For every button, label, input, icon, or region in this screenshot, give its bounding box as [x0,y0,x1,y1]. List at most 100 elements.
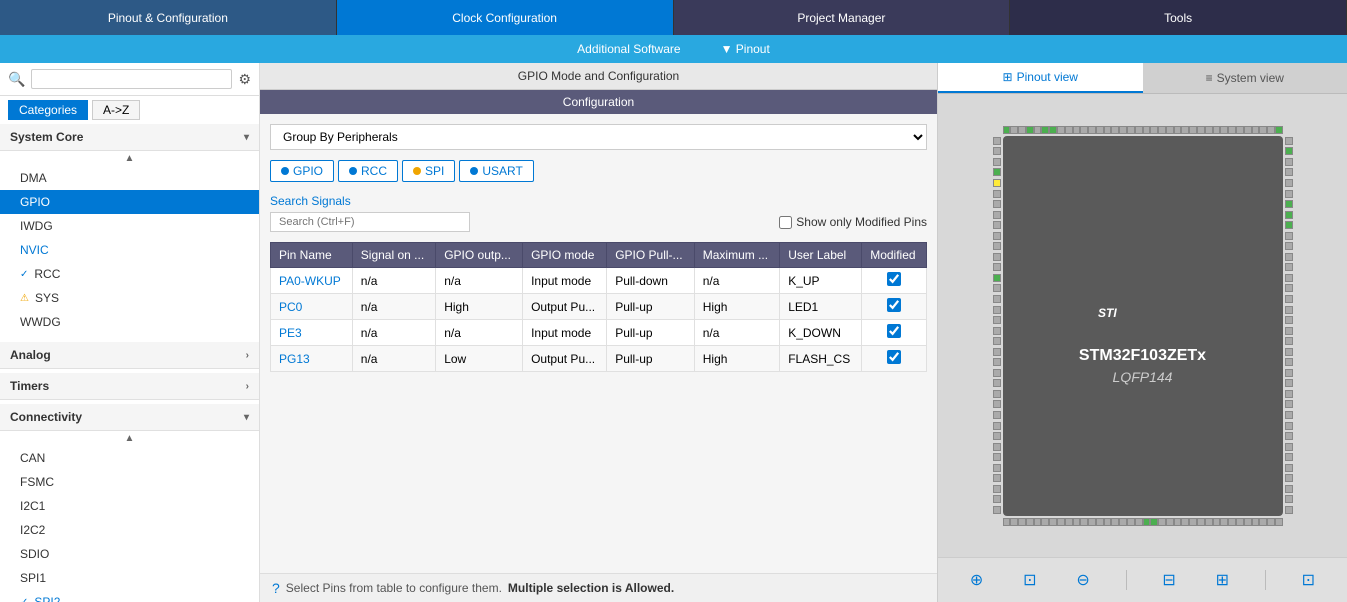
right-panel-tabs: ⊞ Pinout view ≡ System view [938,63,1347,94]
pin [1205,518,1213,526]
group-by-dropdown[interactable]: Group By Peripherals Group By Pins [270,124,927,150]
sub-nav-pinout[interactable]: ▼ Pinout [721,42,770,56]
sidebar-item-sdio[interactable]: SDIO [0,542,259,566]
cell-mode: Input mode [523,320,607,346]
sidebar-item-rcc[interactable]: RCC [0,262,259,286]
sidebar-item-fsmc[interactable]: FSMC [0,470,259,494]
pin [993,242,1001,250]
search-input[interactable] [31,69,232,89]
search-signals-label[interactable]: Search Signals [270,194,927,208]
modified-checkbox[interactable] [887,298,901,312]
pin [1275,126,1283,134]
pin [993,369,1001,377]
sidebar-item-can[interactable]: CAN [0,446,259,470]
pin [993,506,1001,514]
cell-pull: Pull-down [607,268,695,294]
pin [1166,126,1174,134]
fit-icon[interactable]: ⊡ [1019,566,1040,594]
content-header: GPIO Mode and Configuration [260,63,937,90]
pin [1228,126,1236,134]
cell-max: High [694,346,779,372]
pin [1026,126,1034,134]
pin [1285,474,1293,482]
layout-icon[interactable]: ⊞ [1212,566,1233,594]
pin [1003,518,1011,526]
table-row[interactable]: PC0 n/a High Output Pu... Pull-up High L… [271,294,927,320]
group-analog[interactable]: Analog › [0,342,259,369]
pin [1285,200,1293,208]
group-system-core[interactable]: System Core ▾ [0,124,259,151]
grid-icon[interactable]: ⊡ [1298,566,1319,594]
pin [1285,179,1293,187]
group-timers[interactable]: Timers › [0,373,259,400]
pin [1057,518,1065,526]
peripheral-tab-spi[interactable]: SPI [402,160,455,182]
cell-mode: Output Pu... [523,294,607,320]
cell-max: n/a [694,320,779,346]
toolbar-separator [1126,570,1127,590]
modified-checkbox[interactable] [887,324,901,338]
pin [1244,126,1252,134]
main-content: GPIO Mode and Configuration Configuratio… [260,63,937,602]
sub-nav-additional-software[interactable]: Additional Software [577,42,680,56]
table-row[interactable]: PE3 n/a n/a Input mode Pull-up n/a K_DOW… [271,320,927,346]
pinout-view-icon: ⊞ [1003,70,1013,84]
pin [1111,518,1119,526]
pin [1285,263,1293,271]
peripheral-tab-rcc[interactable]: RCC [338,160,398,182]
signal-search-input[interactable] [270,212,470,232]
sidebar-item-gpio[interactable]: GPIO [0,190,259,214]
pin [1150,518,1158,526]
sidebar-item-dma[interactable]: DMA [0,166,259,190]
nav-clock-config[interactable]: Clock Configuration [337,0,674,35]
tab-a-to-z[interactable]: A->Z [92,100,140,120]
sidebar-item-i2c1[interactable]: I2C1 [0,494,259,518]
table-row[interactable]: PG13 n/a Low Output Pu... Pull-up High F… [271,346,927,372]
modified-checkbox[interactable] [887,272,901,286]
pin [993,253,1001,261]
peripheral-tab-usart[interactable]: USART [459,160,533,182]
pin [1285,337,1293,345]
pin [1080,126,1088,134]
sidebar-item-spi1[interactable]: SPI1 [0,566,259,590]
pin [1285,411,1293,419]
help-icon: ? [272,580,280,596]
sidebar-item-i2c2[interactable]: I2C2 [0,518,259,542]
chevron-down-icon-2: ▾ [244,412,249,423]
top-pin-strip [1003,126,1283,134]
peripheral-tab-gpio[interactable]: GPIO [270,160,334,182]
pin [993,453,1001,461]
pin [1285,232,1293,240]
tab-categories[interactable]: Categories [8,100,88,120]
sidebar-item-nvic[interactable]: NVIC [0,238,259,262]
gear-icon[interactable]: ⚙ [238,71,251,88]
tab-system-view[interactable]: ≡ System view [1143,63,1347,93]
pin [1285,221,1293,229]
sidebar-item-wwdg[interactable]: WWDG [0,310,259,334]
sidebar-item-iwdg[interactable]: IWDG [0,214,259,238]
zoom-in-icon[interactable]: ⊕ [966,566,987,594]
sidebar-search-row: 🔍 ⚙ [0,63,259,96]
chip-diagram: STI STM32F103ZETx LQFP144 [938,94,1347,557]
sidebar-item-spi2[interactable]: SPI2 [0,590,259,602]
show-modified-checkbox[interactable] [779,216,792,229]
pin [1285,495,1293,503]
pin [1285,358,1293,366]
nav-pinout-config[interactable]: Pinout & Configuration [0,0,337,35]
pin [1213,518,1221,526]
nav-tools[interactable]: Tools [1010,0,1347,35]
tab-pinout-view[interactable]: ⊞ Pinout view [938,63,1143,93]
modified-checkbox[interactable] [887,350,901,364]
pin [1034,518,1042,526]
group-connectivity[interactable]: Connectivity ▾ [0,404,259,431]
export-icon[interactable]: ⊟ [1158,566,1179,594]
sidebar-item-sys[interactable]: SYS [0,286,259,310]
nav-project-manager[interactable]: Project Manager [674,0,1011,35]
cell-user-label: K_DOWN [780,320,862,346]
pin [1166,518,1174,526]
table-row[interactable]: PA0-WKUP n/a n/a Input mode Pull-down n/… [271,268,927,294]
cell-pin-name: PC0 [271,294,353,320]
scroll-up-btn-2[interactable]: ▲ [0,431,259,446]
scroll-up-btn[interactable]: ▲ [0,151,259,166]
zoom-out-icon[interactable]: ⊖ [1072,566,1093,594]
